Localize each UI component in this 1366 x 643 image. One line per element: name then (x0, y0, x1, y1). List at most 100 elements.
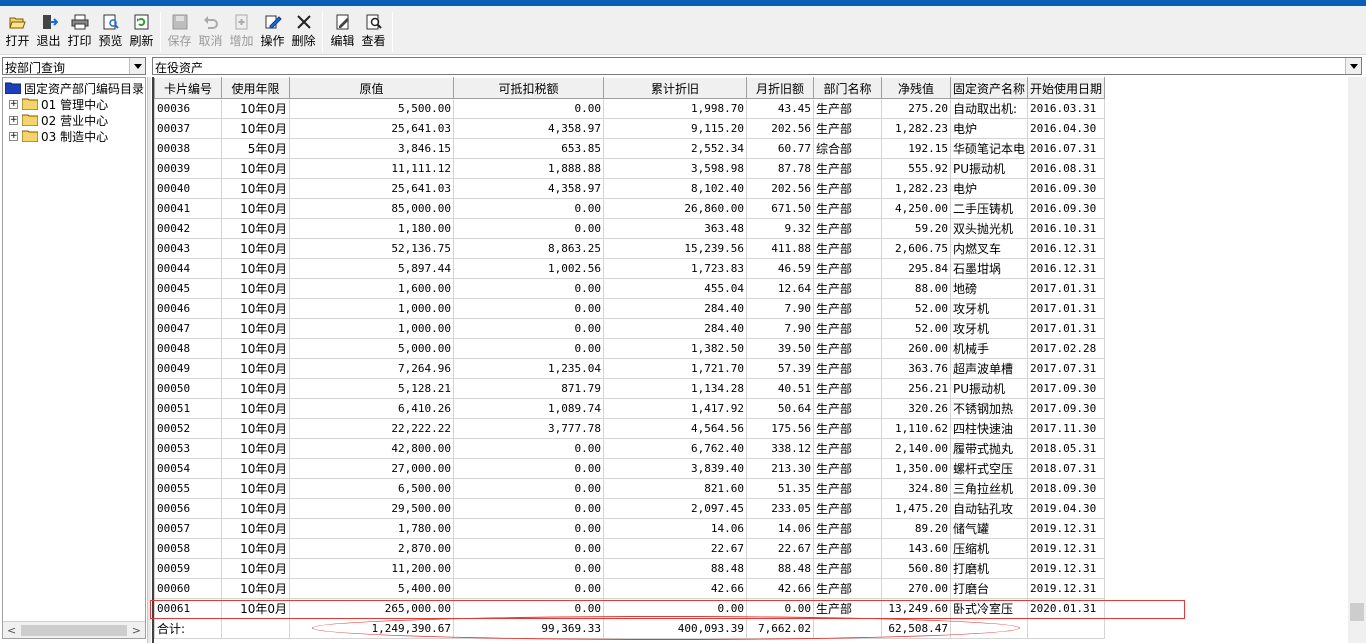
total-cell[interactable]: 400,093.39 (603, 618, 747, 639)
table-cell[interactable]: 生产部 (813, 438, 882, 459)
table-cell[interactable]: 生产部 (813, 558, 882, 579)
table-cell[interactable]: 1,000.00 (289, 318, 454, 339)
table-cell[interactable]: 3,777.78 (453, 418, 604, 439)
table-cell[interactable]: 00054 (154, 458, 222, 479)
table-cell[interactable]: 14.06 (603, 518, 747, 539)
table-cell[interactable]: 270.00 (881, 578, 951, 599)
table-cell[interactable]: 256.21 (881, 378, 951, 399)
table-cell[interactable]: 机械手 (949, 338, 1029, 359)
table-cell[interactable]: 00051 (154, 398, 222, 419)
table-cell[interactable]: 履带式抛丸 (949, 438, 1029, 459)
table-cell[interactable]: 0.00 (453, 498, 604, 519)
table-cell[interactable]: 175.56 (746, 418, 814, 439)
table-cell[interactable]: 43.45 (746, 98, 814, 119)
table-cell[interactable]: 13,249.60 (881, 598, 951, 619)
table-row[interactable]: 00050 10年0月 5,128.21 871.79 1,134.28 40.51 生产部… (154, 378, 1106, 399)
table-cell[interactable]: 202.56 (746, 118, 814, 139)
table-cell[interactable]: 10年0月 (221, 538, 290, 559)
table-cell[interactable]: 00061 (154, 598, 222, 619)
asset-status-select[interactable]: 在役资产 (152, 57, 1362, 75)
table-cell[interactable]: 2016.08.31 (1027, 158, 1106, 179)
chevron-down-icon[interactable] (1345, 58, 1361, 74)
table-cell[interactable]: 10年0月 (221, 478, 290, 499)
table-cell[interactable]: 192.15 (881, 138, 951, 159)
table-row[interactable]: 00037 10年0月 25,641.03 4,358.97 9,115.20 202.5… (154, 118, 1106, 139)
table-cell[interactable]: 25,641.03 (289, 118, 454, 139)
table-cell[interactable]: 螺杆式空压 (949, 458, 1029, 479)
table-cell[interactable]: 10年0月 (221, 198, 290, 219)
table-cell[interactable]: 三角拉丝机 (949, 478, 1029, 499)
table-cell[interactable]: 6,762.40 (603, 438, 747, 459)
table-cell[interactable]: 0.00 (746, 598, 814, 619)
table-cell[interactable]: 00060 (154, 578, 222, 599)
table-cell[interactable]: 双头抛光机 (949, 218, 1029, 239)
table-cell[interactable]: 0.00 (453, 298, 604, 319)
column-header[interactable]: 卡片编号 (154, 77, 222, 99)
table-row[interactable]: 00048 10年0月 5,000.00 0.00 1,382.50 39.50 生产部 26… (154, 338, 1106, 359)
table-cell[interactable]: 0.00 (453, 318, 604, 339)
table-row[interactable]: 00055 10年0月 6,500.00 0.00 821.60 51.35 生产部 324.… (154, 478, 1106, 499)
column-header[interactable]: 部门名称 (813, 77, 882, 99)
table-cell[interactable]: 00038 (154, 138, 222, 159)
table-cell[interactable]: 9.32 (746, 218, 814, 239)
total-cell[interactable]: 1,249,390.67 (289, 618, 454, 639)
table-cell[interactable]: 52.00 (881, 318, 951, 339)
table-cell[interactable]: 8,863.25 (453, 238, 604, 259)
table-cell[interactable]: 22,222.22 (289, 418, 454, 439)
table-row[interactable]: 00036 10年0月 5,500.00 0.00 1,998.70 43.45 生产部 27… (154, 98, 1106, 119)
table-cell[interactable]: 363.76 (881, 358, 951, 379)
table-cell[interactable]: 1,723.83 (603, 258, 747, 279)
table-cell[interactable]: 26,860.00 (603, 198, 747, 219)
table-cell[interactable]: 1,089.74 (453, 398, 604, 419)
table-cell[interactable]: 生产部 (813, 218, 882, 239)
table-cell[interactable]: 1,000.00 (289, 298, 454, 319)
table-cell[interactable]: 自动钻孔攻 (949, 498, 1029, 519)
table-cell[interactable]: 324.80 (881, 478, 951, 499)
table-cell[interactable]: 233.05 (746, 498, 814, 519)
table-cell[interactable]: 00036 (154, 98, 222, 119)
refresh-button[interactable]: 刷新 (126, 8, 157, 54)
table-cell[interactable]: 653.85 (453, 138, 604, 159)
table-cell[interactable]: 地磅 (949, 278, 1029, 299)
expand-plus-icon[interactable]: + (9, 99, 18, 109)
column-header[interactable]: 累计折旧 (603, 77, 747, 99)
table-cell[interactable]: 2018.09.30 (1027, 478, 1106, 499)
table-cell[interactable]: 2016.03.31 (1027, 98, 1106, 119)
table-cell[interactable]: 3,839.40 (603, 458, 747, 479)
table-cell[interactable]: 00047 (154, 318, 222, 339)
table-cell[interactable]: 143.60 (881, 538, 951, 559)
table-cell[interactable]: 超声波单槽 (949, 358, 1029, 379)
table-cell[interactable]: 生产部 (813, 118, 882, 139)
table-cell[interactable]: 1,134.28 (603, 378, 747, 399)
total-cell[interactable] (221, 618, 290, 639)
table-cell[interactable]: 华硕笔记本电 (949, 138, 1029, 159)
table-cell[interactable]: 1,888.88 (453, 158, 604, 179)
table-cell[interactable]: 10年0月 (221, 418, 290, 439)
table-cell[interactable]: 生产部 (813, 478, 882, 499)
exit-button[interactable]: 退出 (33, 8, 64, 54)
table-cell[interactable]: 555.92 (881, 158, 951, 179)
table-cell[interactable]: 生产部 (813, 198, 882, 219)
table-cell[interactable]: 2017.11.30 (1027, 418, 1106, 439)
table-cell[interactable]: 内燃叉车 (949, 238, 1029, 259)
view-button[interactable]: 查看 (358, 8, 389, 54)
table-cell[interactable]: 3,598.98 (603, 158, 747, 179)
scrollbar-thumb[interactable] (21, 625, 127, 636)
table-cell[interactable]: 87.78 (746, 158, 814, 179)
table-cell[interactable]: 1,282.23 (881, 178, 951, 199)
table-cell[interactable]: 10年0月 (221, 318, 290, 339)
table-cell[interactable]: 0.00 (453, 478, 604, 499)
table-cell[interactable]: 2,870.00 (289, 538, 454, 559)
table-cell[interactable]: 42.66 (746, 578, 814, 599)
tree-item-sales[interactable]: + 02 营业中心 (9, 112, 108, 128)
table-cell[interactable]: 39.50 (746, 338, 814, 359)
table-cell[interactable]: 00049 (154, 358, 222, 379)
preview-button[interactable]: 预览 (95, 8, 126, 54)
edit-button[interactable]: 编辑 (327, 8, 358, 54)
table-cell[interactable]: 29,500.00 (289, 498, 454, 519)
table-row[interactable]: 00053 10年0月 42,800.00 0.00 6,762.40 338.12 生产部… (154, 438, 1106, 459)
table-cell[interactable]: 671.50 (746, 198, 814, 219)
table-cell[interactable]: 二手压铸机 (949, 198, 1029, 219)
table-cell[interactable]: 295.84 (881, 258, 951, 279)
table-cell[interactable]: 1,998.70 (603, 98, 747, 119)
